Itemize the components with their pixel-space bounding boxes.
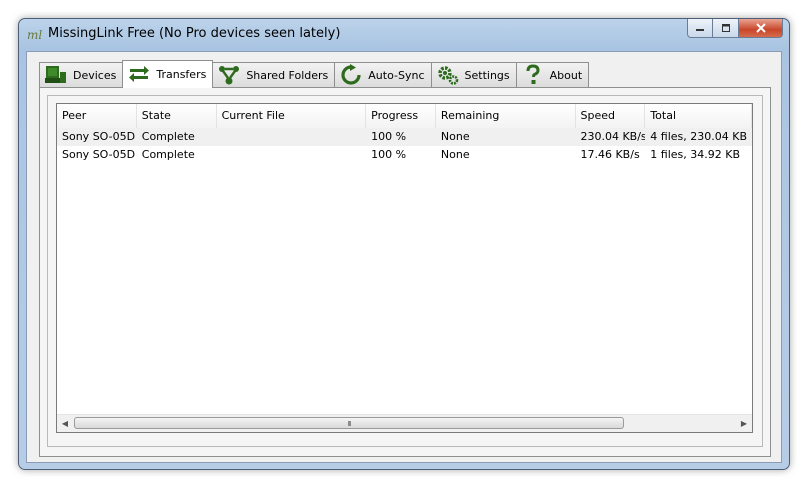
shared-folders-icon: [219, 66, 240, 85]
scroll-thumb[interactable]: III: [74, 417, 624, 429]
window-title: MissingLink Free (No Pro devices seen la…: [48, 26, 341, 41]
transfers-icon: [129, 66, 150, 82]
cell-total: 4 files, 230.04 KB: [650, 130, 747, 143]
close-button[interactable]: [739, 19, 783, 38]
scroll-right-icon[interactable]: ▶: [736, 415, 752, 432]
column-header-speed[interactable]: Speed: [576, 104, 646, 128]
tab-settings[interactable]: Settings: [430, 62, 517, 87]
cell-peer: Sony SO-05D: [62, 148, 136, 161]
scroll-left-icon[interactable]: ◀: [57, 415, 73, 432]
cell-current-file: [217, 146, 367, 164]
column-header-state[interactable]: State: [137, 104, 217, 128]
tab-label: Auto-Sync: [368, 68, 425, 82]
tab-label: Shared Folders: [246, 68, 329, 82]
tab-label: About: [549, 68, 583, 82]
scroll-grip: III: [347, 420, 351, 428]
cell-total: 1 files, 34.92 KB: [650, 148, 740, 161]
column-header-current-file[interactable]: Current File: [217, 104, 367, 128]
tab-bar: Devices Transfers Shared Folders Auto-Sy…: [39, 59, 590, 88]
caption-buttons: [687, 19, 783, 38]
tab-label: Transfers: [156, 67, 207, 81]
client-area: Devices Transfers Shared Folders Auto-Sy…: [26, 51, 782, 463]
maximize-button[interactable]: [713, 19, 739, 38]
minimize-icon: [696, 29, 704, 31]
table-row[interactable]: Sony SO-05D Complete 100 % None 230.04 K…: [57, 128, 752, 146]
column-header-total[interactable]: Total: [645, 104, 752, 128]
tab-about[interactable]: About: [515, 62, 590, 87]
cell-remaining: None: [440, 148, 470, 161]
tab-transfers[interactable]: Transfers: [122, 60, 214, 88]
close-icon: [755, 23, 766, 33]
horizontal-scrollbar[interactable]: ◀ III ▶: [57, 414, 752, 432]
app-logo-icon: ml: [27, 28, 43, 42]
cell-speed: 230.04 KB/s: [580, 130, 646, 143]
transfers-table[interactable]: Peer State Current File Progress Remaini…: [56, 103, 753, 433]
column-header-remaining[interactable]: Remaining: [436, 104, 576, 128]
table-row[interactable]: Sony SO-05D Complete 100 % None 17.46 KB…: [57, 146, 752, 164]
transfers-group: Peer State Current File Progress Remaini…: [47, 95, 763, 447]
tab-shared-folders[interactable]: Shared Folders: [212, 62, 336, 87]
about-icon: [526, 64, 540, 84]
tab-devices[interactable]: Devices: [39, 62, 124, 87]
title-bar[interactable]: ml MissingLink Free (No Pro devices seen…: [19, 19, 789, 51]
cell-state: Complete: [141, 148, 195, 161]
cell-remaining: None: [440, 130, 470, 143]
table-header: Peer State Current File Progress Remaini…: [57, 104, 752, 129]
cell-current-file: [217, 128, 367, 146]
cell-progress: 100 %: [371, 148, 407, 161]
auto-sync-icon: [341, 64, 361, 85]
column-header-progress[interactable]: Progress: [366, 104, 436, 128]
cell-state: Complete: [141, 130, 195, 143]
tab-auto-sync[interactable]: Auto-Sync: [334, 62, 432, 87]
transfers-panel: Peer State Current File Progress Remaini…: [39, 87, 771, 457]
cell-peer: Sony SO-05D: [62, 130, 136, 143]
table-body: Sony SO-05D Complete 100 % None 230.04 K…: [57, 128, 752, 164]
cell-progress: 100 %: [371, 130, 407, 143]
tab-label: Settings: [464, 68, 510, 82]
tab-label: Devices: [73, 68, 117, 82]
devices-icon: [45, 66, 66, 83]
minimize-button[interactable]: [687, 19, 713, 38]
settings-icon: [437, 66, 458, 85]
maximize-icon: [721, 24, 730, 32]
cell-speed: 17.46 KB/s: [580, 148, 640, 161]
column-header-peer[interactable]: Peer: [57, 104, 137, 128]
app-window: ml MissingLink Free (No Pro devices seen…: [18, 18, 790, 470]
